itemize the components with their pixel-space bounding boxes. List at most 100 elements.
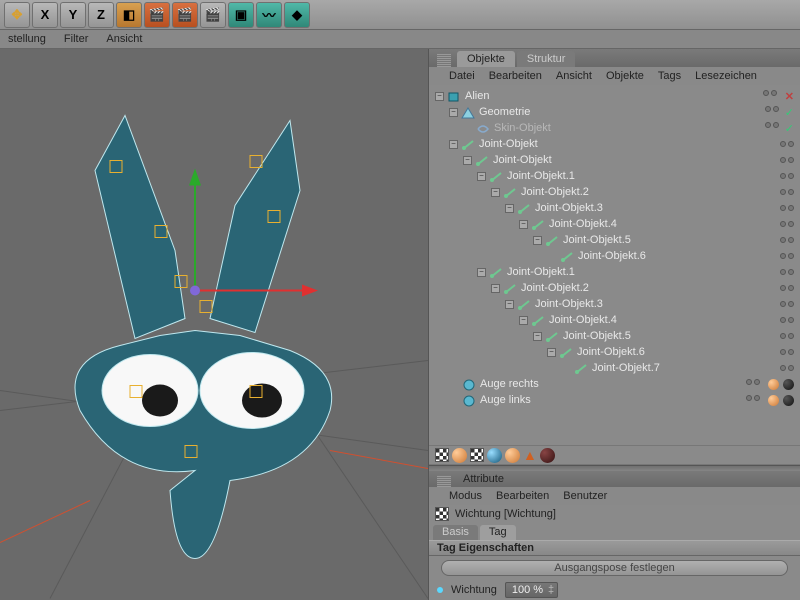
checker-tag-icon-2[interactable] bbox=[470, 448, 484, 462]
menu-edit[interactable]: Bearbeiten bbox=[489, 70, 542, 82]
expand-toggle[interactable]: − bbox=[435, 92, 444, 101]
visibility-dots[interactable] bbox=[780, 333, 794, 339]
tree-row[interactable]: −Joint-Objekt.4 bbox=[429, 216, 800, 232]
visibility-dots[interactable] bbox=[780, 141, 794, 147]
joint-icon bbox=[545, 235, 559, 245]
subtab-basis[interactable]: Basis bbox=[433, 525, 478, 540]
expand-toggle[interactable]: − bbox=[491, 284, 500, 293]
tree-row[interactable]: −Alien✕ bbox=[429, 88, 800, 104]
expand-toggle[interactable]: − bbox=[463, 156, 472, 165]
cube-tool[interactable]: ◧ bbox=[116, 2, 142, 28]
menu-objects[interactable]: Objekte bbox=[606, 70, 644, 82]
menu-view2[interactable]: Ansicht bbox=[556, 70, 592, 82]
expand-toggle[interactable]: − bbox=[477, 172, 486, 181]
tree-row[interactable]: −Joint-Objekt.2 bbox=[429, 280, 800, 296]
triangle-icon[interactable]: ▲ bbox=[523, 447, 537, 463]
tree-row[interactable]: Joint-Objekt.6 bbox=[429, 248, 800, 264]
visibility-dots[interactable]: ✓ bbox=[765, 122, 794, 135]
tree-item-label: Joint-Objekt.7 bbox=[592, 362, 800, 374]
visibility-dots[interactable] bbox=[746, 395, 794, 406]
axis-x-button[interactable]: X bbox=[32, 2, 58, 28]
menu-bookmarks[interactable]: Lesezeichen bbox=[695, 70, 757, 82]
tree-row[interactable]: − Joint-Objekt.3 bbox=[429, 296, 800, 312]
expand-toggle[interactable]: − bbox=[519, 220, 528, 229]
expand-toggle[interactable]: − bbox=[533, 332, 542, 341]
weight-value-input[interactable]: 100 % bbox=[505, 582, 558, 598]
material-ball-1[interactable] bbox=[452, 448, 467, 463]
expand-toggle[interactable]: − bbox=[491, 188, 500, 197]
visibility-dots[interactable] bbox=[780, 301, 794, 307]
menu-projection[interactable]: stellung bbox=[8, 33, 46, 45]
tree-row[interactable]: Auge links bbox=[429, 392, 800, 408]
surface-tool[interactable]: ◆ bbox=[284, 2, 310, 28]
subtab-tag[interactable]: Tag bbox=[480, 525, 516, 540]
visibility-dots[interactable] bbox=[780, 349, 794, 355]
tree-row[interactable]: −Joint-Objekt.2 bbox=[429, 184, 800, 200]
visibility-dots[interactable] bbox=[780, 317, 794, 323]
viewport-3d[interactable] bbox=[0, 49, 428, 600]
material-ball-3[interactable] bbox=[505, 448, 520, 463]
visibility-dots[interactable] bbox=[746, 379, 794, 390]
visibility-dots[interactable]: ✓ bbox=[765, 106, 794, 119]
visibility-dots[interactable] bbox=[780, 157, 794, 163]
primitive-tool[interactable]: ▣ bbox=[228, 2, 254, 28]
tree-row[interactable]: −Joint-Objekt.5 bbox=[429, 328, 800, 344]
tree-row[interactable]: −Joint-Objekt.5 bbox=[429, 232, 800, 248]
menu-mode[interactable]: Modus bbox=[449, 490, 482, 502]
expand-toggle[interactable]: − bbox=[533, 236, 542, 245]
tree-row[interactable]: Auge rechts bbox=[429, 376, 800, 392]
tab-structure[interactable]: Struktur bbox=[517, 51, 576, 67]
hierarchy-tree[interactable]: −Alien✕−Geometrie✓Skin-Objekt✓−Joint-Obj… bbox=[429, 85, 800, 445]
spline-tool[interactable]: 〰 bbox=[256, 2, 282, 28]
menu-view[interactable]: Ansicht bbox=[106, 33, 142, 45]
tree-row[interactable]: −Geometrie✓ bbox=[429, 104, 800, 120]
expand-toggle[interactable]: − bbox=[449, 140, 458, 149]
expand-toggle[interactable]: − bbox=[505, 204, 514, 213]
visibility-dots[interactable] bbox=[780, 189, 794, 195]
panel-grip-icon[interactable] bbox=[437, 53, 451, 67]
clapper1-tool[interactable]: 🎬 bbox=[144, 2, 170, 28]
tree-row[interactable]: −Joint-Objekt bbox=[429, 136, 800, 152]
visibility-dots[interactable] bbox=[780, 237, 794, 243]
menu-tags[interactable]: Tags bbox=[658, 70, 681, 82]
tree-row[interactable]: −Joint-Objekt.3 bbox=[429, 200, 800, 216]
visibility-dots[interactable] bbox=[780, 365, 794, 371]
tab-objects[interactable]: Objekte bbox=[457, 51, 515, 67]
tree-item-label: Joint-Objekt.3 bbox=[535, 298, 800, 310]
tree-row[interactable]: −Joint-Objekt.1 bbox=[429, 264, 800, 280]
set-bind-pose-button[interactable]: Ausgangspose festlegen bbox=[441, 560, 788, 576]
expand-toggle[interactable]: − bbox=[519, 316, 528, 325]
expand-toggle[interactable]: − bbox=[547, 348, 556, 357]
visibility-dots[interactable]: ✕ bbox=[763, 90, 794, 103]
tree-row[interactable]: −Joint-Objekt.6 bbox=[429, 344, 800, 360]
material-ball-4[interactable] bbox=[540, 448, 555, 463]
visibility-dots[interactable] bbox=[780, 173, 794, 179]
menu-file[interactable]: Datei bbox=[449, 70, 475, 82]
material-ball-2[interactable] bbox=[487, 448, 502, 463]
visibility-dots[interactable] bbox=[780, 205, 794, 211]
attr-grip-icon[interactable] bbox=[437, 475, 451, 487]
checker-tag-icon[interactable] bbox=[435, 448, 449, 462]
expand-toggle[interactable]: − bbox=[449, 108, 458, 117]
joint-icon bbox=[531, 219, 545, 229]
move-tool[interactable]: ✥ bbox=[4, 2, 30, 28]
menu-edit2[interactable]: Bearbeiten bbox=[496, 490, 549, 502]
expand-toggle[interactable]: − bbox=[505, 300, 514, 309]
menu-user[interactable]: Benutzer bbox=[563, 490, 607, 502]
clapper3-tool[interactable]: 🎬 bbox=[200, 2, 226, 28]
visibility-dots[interactable] bbox=[780, 269, 794, 275]
tree-row[interactable]: −Joint-Objekt bbox=[429, 152, 800, 168]
menu-filter[interactable]: Filter bbox=[64, 33, 88, 45]
expand-toggle[interactable]: − bbox=[477, 268, 486, 277]
viewport-scene bbox=[0, 49, 428, 600]
visibility-dots[interactable] bbox=[780, 285, 794, 291]
tree-row[interactable]: Skin-Objekt✓ bbox=[429, 120, 800, 136]
axis-y-button[interactable]: Y bbox=[60, 2, 86, 28]
axis-z-button[interactable]: Z bbox=[88, 2, 114, 28]
tree-row[interactable]: Joint-Objekt.7 bbox=[429, 360, 800, 376]
tree-row[interactable]: −Joint-Objekt.4 bbox=[429, 312, 800, 328]
visibility-dots[interactable] bbox=[780, 221, 794, 227]
tree-row[interactable]: −Joint-Objekt.1 bbox=[429, 168, 800, 184]
visibility-dots[interactable] bbox=[780, 253, 794, 259]
clapper2-tool[interactable]: 🎬 bbox=[172, 2, 198, 28]
